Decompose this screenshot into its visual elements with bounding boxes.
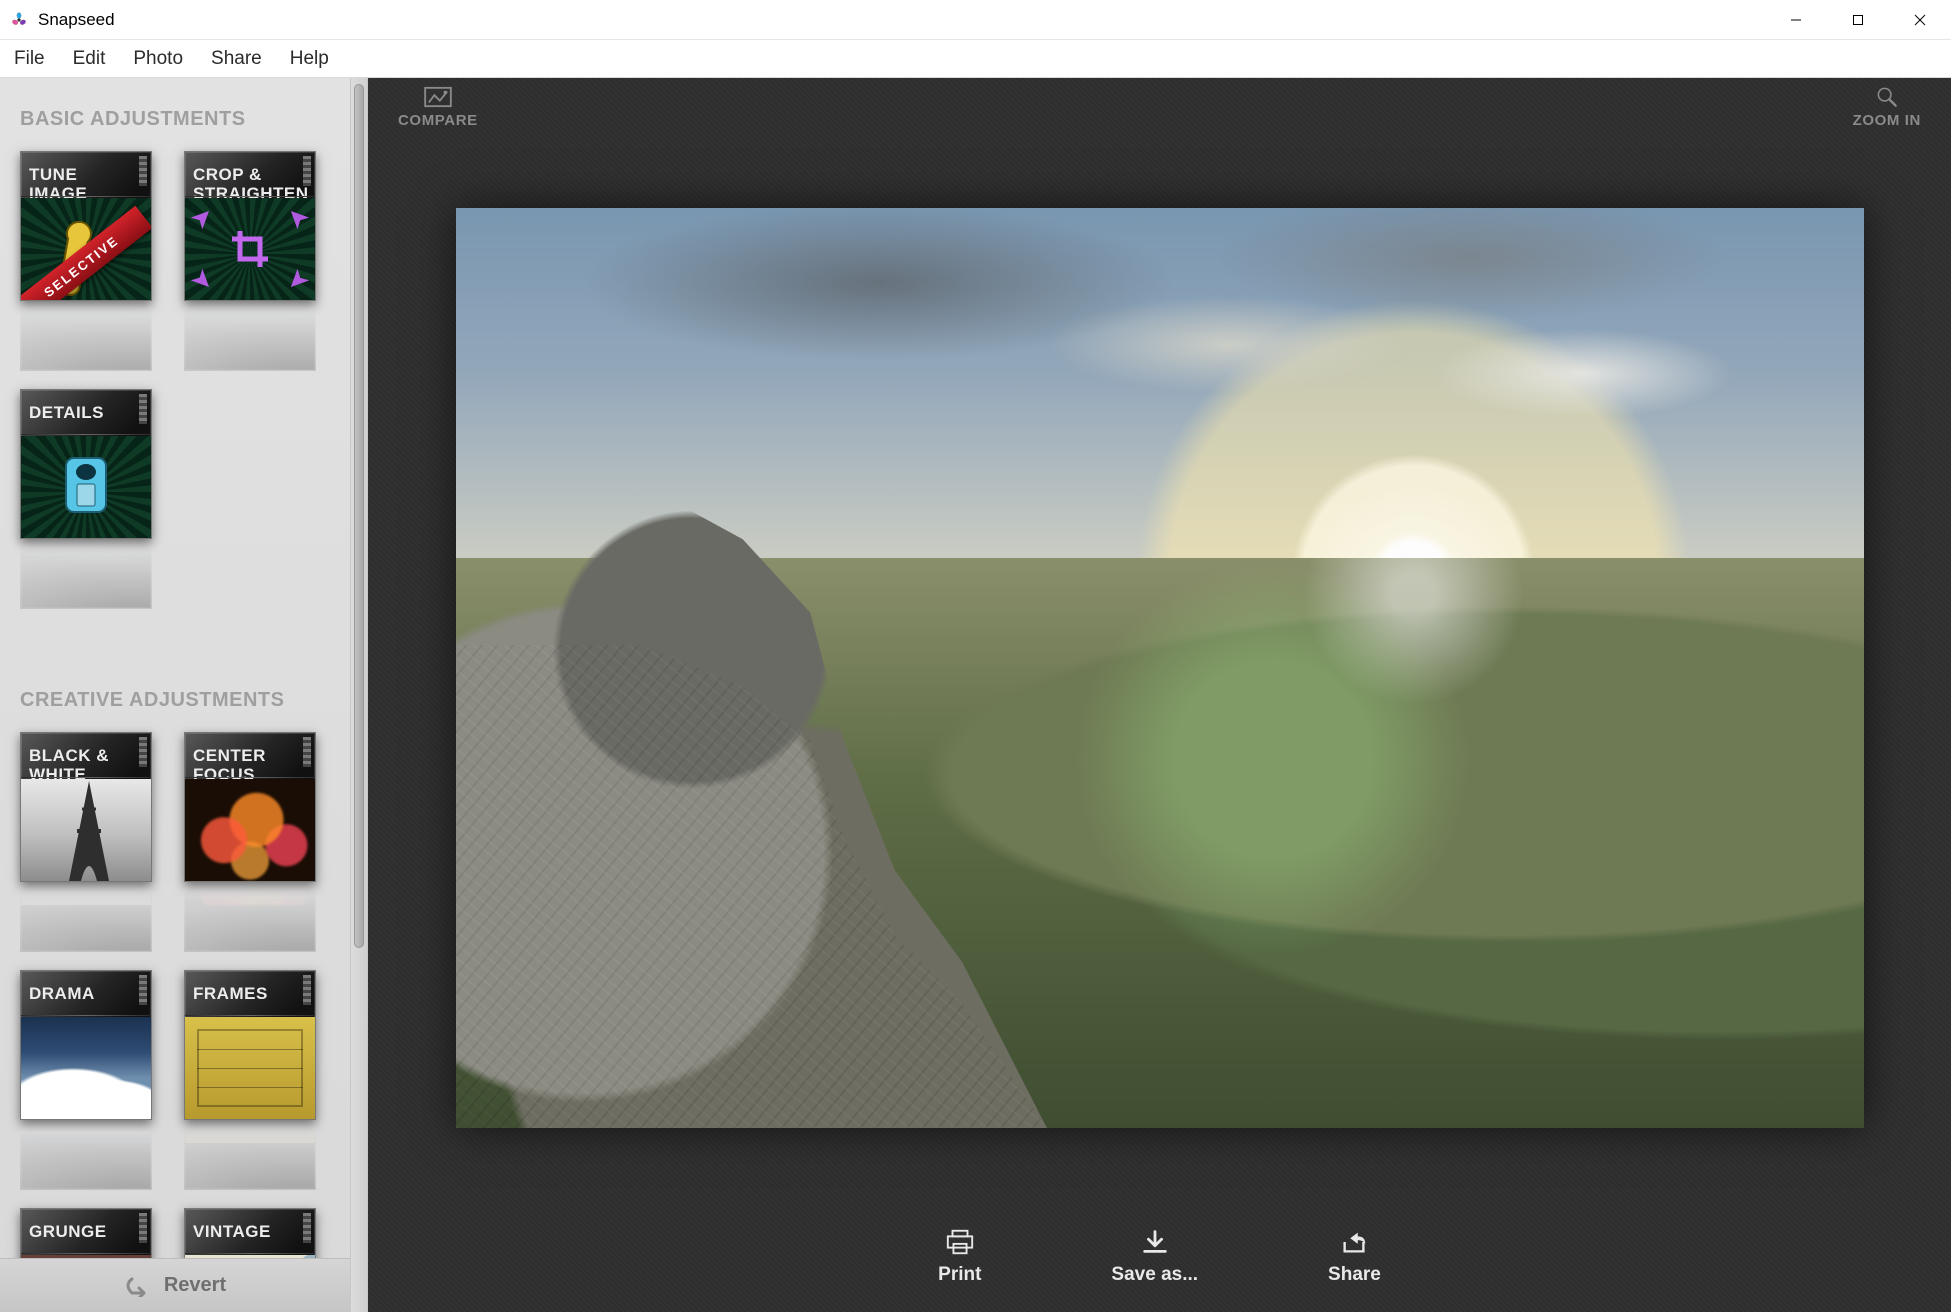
zoom-in-button[interactable]: ZOOM IN bbox=[1853, 86, 1921, 129]
tile-tune-image[interactable]: TUNE IMAGE SELECTIVE bbox=[20, 151, 152, 301]
undo-icon bbox=[124, 1275, 154, 1297]
eiffel-icon bbox=[49, 781, 129, 881]
window-minimize-button[interactable] bbox=[1765, 0, 1827, 40]
revert-label: Revert bbox=[164, 1274, 226, 1297]
section-heading-basic: BASIC ADJUSTMENTS bbox=[20, 108, 330, 131]
tile-grunge[interactable]: GRUNGE bbox=[20, 1208, 152, 1258]
tile-label: DRAMA bbox=[29, 985, 133, 1004]
tile-label: FRAMES bbox=[193, 985, 297, 1004]
menu-photo[interactable]: Photo bbox=[119, 40, 197, 77]
tile-label: VINTAGE bbox=[193, 1223, 297, 1242]
maximize-icon bbox=[1852, 14, 1864, 26]
minimize-icon bbox=[1790, 14, 1802, 26]
app-icon bbox=[10, 11, 28, 29]
zoom-label: ZOOM IN bbox=[1853, 112, 1921, 129]
tile-vintage[interactable]: VINTAGE bourbon bbox=[184, 1208, 316, 1258]
crop-icon bbox=[228, 227, 272, 271]
menu-file[interactable]: File bbox=[0, 40, 59, 77]
tile-frames[interactable]: FRAMES bbox=[184, 970, 316, 1120]
compare-button[interactable]: COMPARE bbox=[398, 86, 478, 129]
tile-details[interactable]: DETAILS bbox=[20, 389, 152, 539]
share-button[interactable]: Share bbox=[1328, 1228, 1381, 1286]
window-title: Snapseed bbox=[38, 10, 115, 30]
sharpener-icon bbox=[60, 452, 112, 518]
download-icon bbox=[1140, 1228, 1170, 1256]
window-titlebar: Snapseed bbox=[0, 0, 1951, 40]
tile-drama[interactable]: DRAMA bbox=[20, 970, 152, 1120]
tile-center-focus[interactable]: CENTER FOCUS bbox=[184, 732, 316, 882]
scrollbar-thumb[interactable] bbox=[354, 84, 364, 948]
revert-button[interactable]: Revert bbox=[0, 1258, 350, 1312]
window-maximize-button[interactable] bbox=[1827, 0, 1889, 40]
section-heading-creative: CREATIVE ADJUSTMENTS bbox=[20, 689, 330, 712]
close-icon bbox=[1914, 14, 1926, 26]
share-icon bbox=[1339, 1228, 1369, 1256]
sidebar-scrollbar[interactable] bbox=[350, 78, 368, 1312]
compare-label: COMPARE bbox=[398, 112, 478, 129]
window-close-button[interactable] bbox=[1889, 0, 1951, 40]
photo-canvas[interactable] bbox=[456, 208, 1864, 1128]
sidebar: BASIC ADJUSTMENTS TUNE IMAGE bbox=[0, 78, 350, 1312]
magnifier-icon bbox=[1872, 86, 1902, 108]
tile-label: DETAILS bbox=[29, 404, 133, 423]
tile-crop-straighten[interactable]: CROP & STRAIGHTEN ➤ ➤ ➤ ➤ bbox=[184, 151, 316, 301]
tile-black-white[interactable]: BLACK & WHITE bbox=[20, 732, 152, 882]
save-as-button[interactable]: Save as... bbox=[1111, 1228, 1198, 1286]
workspace: COMPARE ZOOM IN bbox=[368, 78, 1951, 1312]
print-button[interactable]: Print bbox=[938, 1228, 981, 1286]
print-label: Print bbox=[938, 1264, 981, 1286]
share-label: Share bbox=[1328, 1264, 1381, 1286]
menu-share[interactable]: Share bbox=[197, 40, 276, 77]
menu-help[interactable]: Help bbox=[276, 40, 343, 77]
compare-icon bbox=[423, 86, 453, 108]
menu-edit[interactable]: Edit bbox=[59, 40, 120, 77]
save-label: Save as... bbox=[1111, 1264, 1198, 1286]
tile-label: GRUNGE bbox=[29, 1223, 133, 1242]
menubar: File Edit Photo Share Help bbox=[0, 40, 1951, 78]
print-icon bbox=[945, 1228, 975, 1256]
